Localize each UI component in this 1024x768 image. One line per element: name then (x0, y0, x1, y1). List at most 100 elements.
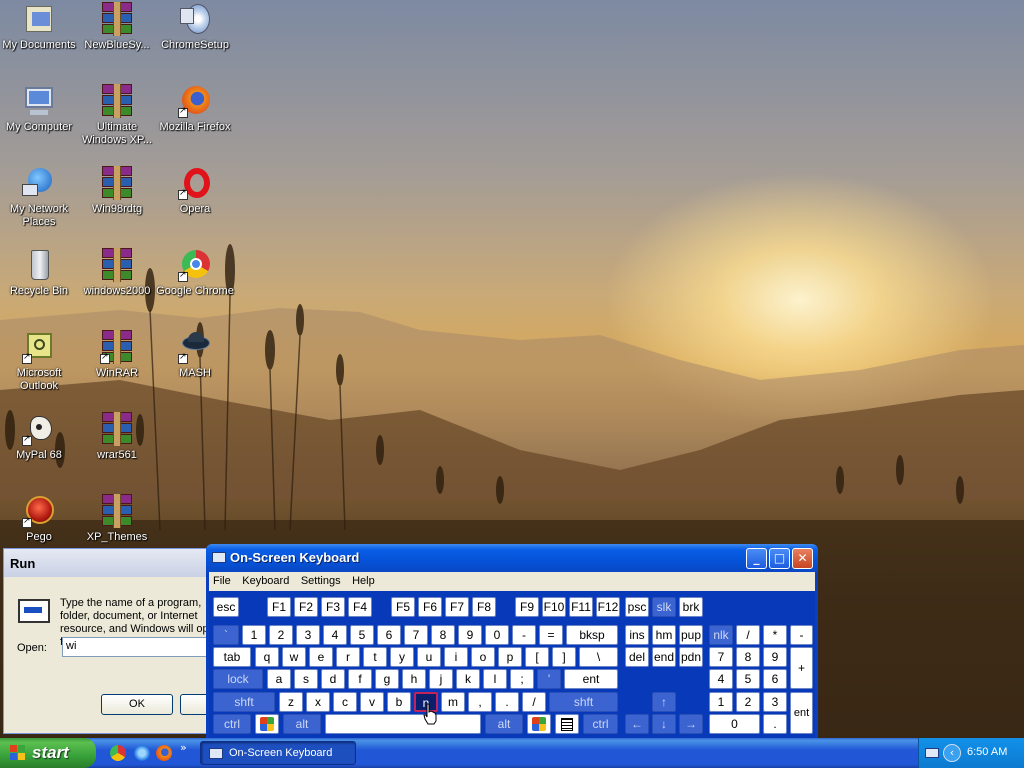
desktop-icon-wrar561[interactable]: wrar561 (78, 412, 156, 462)
keyboard-tray-icon[interactable] (925, 748, 939, 758)
key-num-8[interactable]: 8 (736, 647, 760, 667)
desktop-icon-my-computer[interactable]: My Computer (0, 84, 78, 134)
key-g[interactable]: g (375, 669, 399, 689)
key-i[interactable]: i (444, 647, 468, 667)
key-left-ctrl[interactable]: ctrl (213, 714, 251, 734)
key-right-windows[interactable] (527, 714, 551, 734)
key-right-bracket[interactable]: ] (552, 647, 576, 667)
key-semicolon[interactable]: ; (510, 669, 534, 689)
key-9[interactable]: 9 (458, 625, 482, 645)
menu-help[interactable]: Help (348, 572, 379, 590)
run-dialog[interactable]: Run Type the name of a program, folder, … (3, 548, 223, 734)
key-num-5[interactable]: 5 (736, 669, 760, 689)
menu-settings[interactable]: Settings (297, 572, 345, 590)
key-f10[interactable]: F10 (542, 597, 566, 617)
key-num-1[interactable]: 1 (709, 692, 733, 712)
menu-keyboard[interactable]: Keyboard (238, 572, 293, 590)
key-comma[interactable]: , (468, 692, 492, 712)
show-hidden-icons-chevron-icon[interactable]: ‹ (943, 744, 961, 762)
quicklaunch-chevron-icon[interactable]: » (180, 741, 187, 754)
key-num-decimal[interactable]: . (763, 714, 787, 734)
key-h[interactable]: h (402, 669, 426, 689)
key-num-4[interactable]: 4 (709, 669, 733, 689)
key-f8[interactable]: F8 (472, 597, 496, 617)
taskbar-button-osk[interactable]: On-Screen Keyboard (200, 741, 356, 765)
key-tab[interactable]: tab (213, 647, 251, 667)
key-num-subtract[interactable]: - (790, 625, 813, 645)
start-button[interactable]: start (0, 738, 96, 768)
key-m[interactable]: m (441, 692, 465, 712)
key-equals[interactable]: = (539, 625, 563, 645)
desktop-icon-mypal[interactable]: MyPal 68 (0, 412, 78, 462)
key-num-add[interactable]: + (790, 647, 813, 689)
firefox-icon[interactable] (156, 745, 172, 761)
key-p[interactable]: p (498, 647, 522, 667)
key-f5[interactable]: F5 (391, 597, 415, 617)
key-up-arrow[interactable]: ↑ (652, 692, 676, 712)
key-4[interactable]: 4 (323, 625, 347, 645)
key-r[interactable]: r (336, 647, 360, 667)
key-esc[interactable]: esc (213, 597, 239, 617)
key-5[interactable]: 5 (350, 625, 374, 645)
key-home[interactable]: hm (652, 625, 676, 645)
internet-explorer-icon[interactable] (134, 745, 150, 761)
desktop-icon-windows2000[interactable]: windows2000 (78, 248, 156, 298)
key-v[interactable]: v (360, 692, 384, 712)
key-num-multiply[interactable]: * (763, 625, 787, 645)
desktop-icon-xp-themes[interactable]: XP_Themes (78, 494, 156, 544)
key-t[interactable]: t (363, 647, 387, 667)
key-q[interactable]: q (255, 647, 279, 667)
osk-title-bar[interactable]: On-Screen Keyboard _ □ ✕ (206, 544, 818, 572)
key-u[interactable]: u (417, 647, 441, 667)
desktop-icon-winrar[interactable]: WinRAR (78, 330, 156, 380)
key-l[interactable]: l (483, 669, 507, 689)
key-y[interactable]: y (390, 647, 414, 667)
key-f[interactable]: f (348, 669, 372, 689)
key-enter[interactable]: ent (564, 669, 618, 689)
menu-file[interactable]: File (209, 572, 235, 590)
key-brk[interactable]: brk (679, 597, 703, 617)
key-end[interactable]: end (652, 647, 676, 667)
key-d[interactable]: d (321, 669, 345, 689)
maximize-button[interactable]: □ (769, 548, 790, 569)
desktop-icon-pego[interactable]: Pego (0, 494, 78, 544)
desktop-icon-microsoft-outlook[interactable]: Microsoft Outlook (0, 330, 78, 393)
key-period[interactable]: . (495, 692, 519, 712)
desktop-icon-ultimate-windows-xp[interactable]: Ultimate Windows XP... (78, 84, 156, 147)
key-caps-lock[interactable]: lock (213, 669, 263, 689)
key-j[interactable]: j (429, 669, 453, 689)
key-s[interactable]: s (294, 669, 318, 689)
key-backslash[interactable]: \ (579, 647, 618, 667)
key-f2[interactable]: F2 (294, 597, 318, 617)
open-input[interactable]: wi (62, 637, 222, 657)
desktop-icon-newbluesy[interactable]: NewBlueSy... (78, 2, 156, 52)
key-1[interactable]: 1 (242, 625, 266, 645)
desktop-icon-chromesetup[interactable]: ChromeSetup (156, 2, 234, 52)
key-num-lock[interactable]: nlk (709, 625, 733, 645)
key-0[interactable]: 0 (485, 625, 509, 645)
key-e[interactable]: e (309, 647, 333, 667)
desktop-icon-win98rdtg[interactable]: Win98rdtg (78, 166, 156, 216)
key-f4[interactable]: F4 (348, 597, 372, 617)
key-b[interactable]: b (387, 692, 411, 712)
key-f6[interactable]: F6 (418, 597, 442, 617)
key-psc[interactable]: psc (625, 597, 649, 617)
key-f11[interactable]: F11 (569, 597, 593, 617)
key-slk[interactable]: slk (652, 597, 676, 617)
key-f3[interactable]: F3 (321, 597, 345, 617)
key-2[interactable]: 2 (269, 625, 293, 645)
key-left-alt[interactable]: alt (283, 714, 321, 734)
key-space[interactable] (325, 714, 481, 734)
key-backspace[interactable]: bksp (566, 625, 618, 645)
key-right-shift[interactable]: shft (549, 692, 618, 712)
key-a[interactable]: a (267, 669, 291, 689)
key-left-bracket[interactable]: [ (525, 647, 549, 667)
key-6[interactable]: 6 (377, 625, 401, 645)
desktop-icon-my-documents[interactable]: My Documents (0, 2, 78, 52)
desktop-icon-mozilla-firefox[interactable]: Mozilla Firefox (156, 84, 234, 134)
close-button[interactable]: ✕ (792, 548, 813, 569)
key-3[interactable]: 3 (296, 625, 320, 645)
key-z[interactable]: z (279, 692, 303, 712)
key-num-9[interactable]: 9 (763, 647, 787, 667)
key-num-3[interactable]: 3 (763, 692, 787, 712)
